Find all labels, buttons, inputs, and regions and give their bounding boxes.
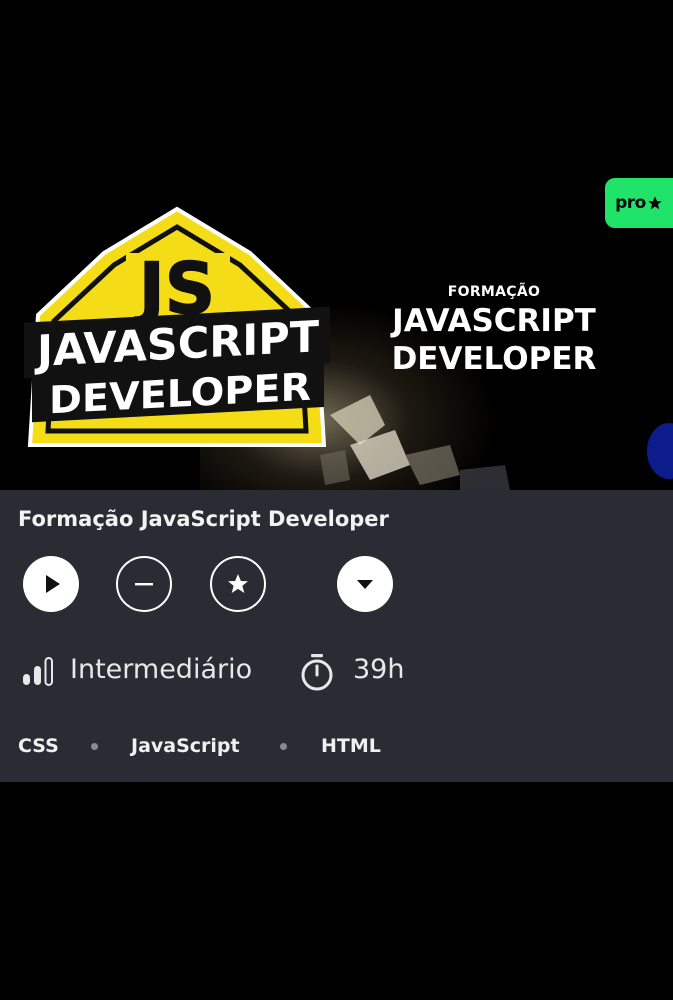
favorite-button[interactable] (210, 556, 266, 612)
signal-level-icon (23, 657, 53, 686)
chevron-down-icon (357, 580, 373, 589)
stopwatch-icon (301, 654, 333, 691)
remove-button[interactable] (116, 556, 172, 612)
course-title[interactable]: Formação JavaScript Developer (18, 507, 389, 531)
course-level: Intermediário (70, 654, 253, 685)
minus-icon (135, 583, 153, 586)
pro-badge: pro (605, 178, 673, 228)
tag-css[interactable]: CSS (18, 735, 59, 757)
course-banner[interactable]: JS JAVASCRIPT DEVELOPER pro FORMAÇÃO JAV… (0, 0, 673, 490)
more-button[interactable] (337, 556, 393, 612)
banner-title-line1: JAVASCRIPT (392, 303, 596, 339)
tag-separator (91, 743, 98, 750)
star-icon (648, 196, 662, 210)
play-button[interactable] (23, 556, 79, 612)
course-duration: 39h (353, 654, 405, 685)
banner-kicker: FORMAÇÃO (447, 284, 541, 300)
tag-javascript[interactable]: JavaScript (131, 735, 240, 757)
banner-character-art (320, 395, 510, 490)
pro-badge-label: pro (615, 193, 646, 213)
banner-blue-shape (647, 423, 673, 479)
tag-separator (280, 743, 287, 750)
play-icon (46, 575, 60, 593)
banner-title-line2: DEVELOPER (391, 341, 597, 377)
javascript-developer-logo: JS JAVASCRIPT DEVELOPER (24, 206, 330, 447)
banner-caption: FORMAÇÃO JAVASCRIPT DEVELOPER (370, 284, 618, 376)
star-icon (228, 574, 248, 593)
tag-html[interactable]: HTML (321, 735, 381, 757)
